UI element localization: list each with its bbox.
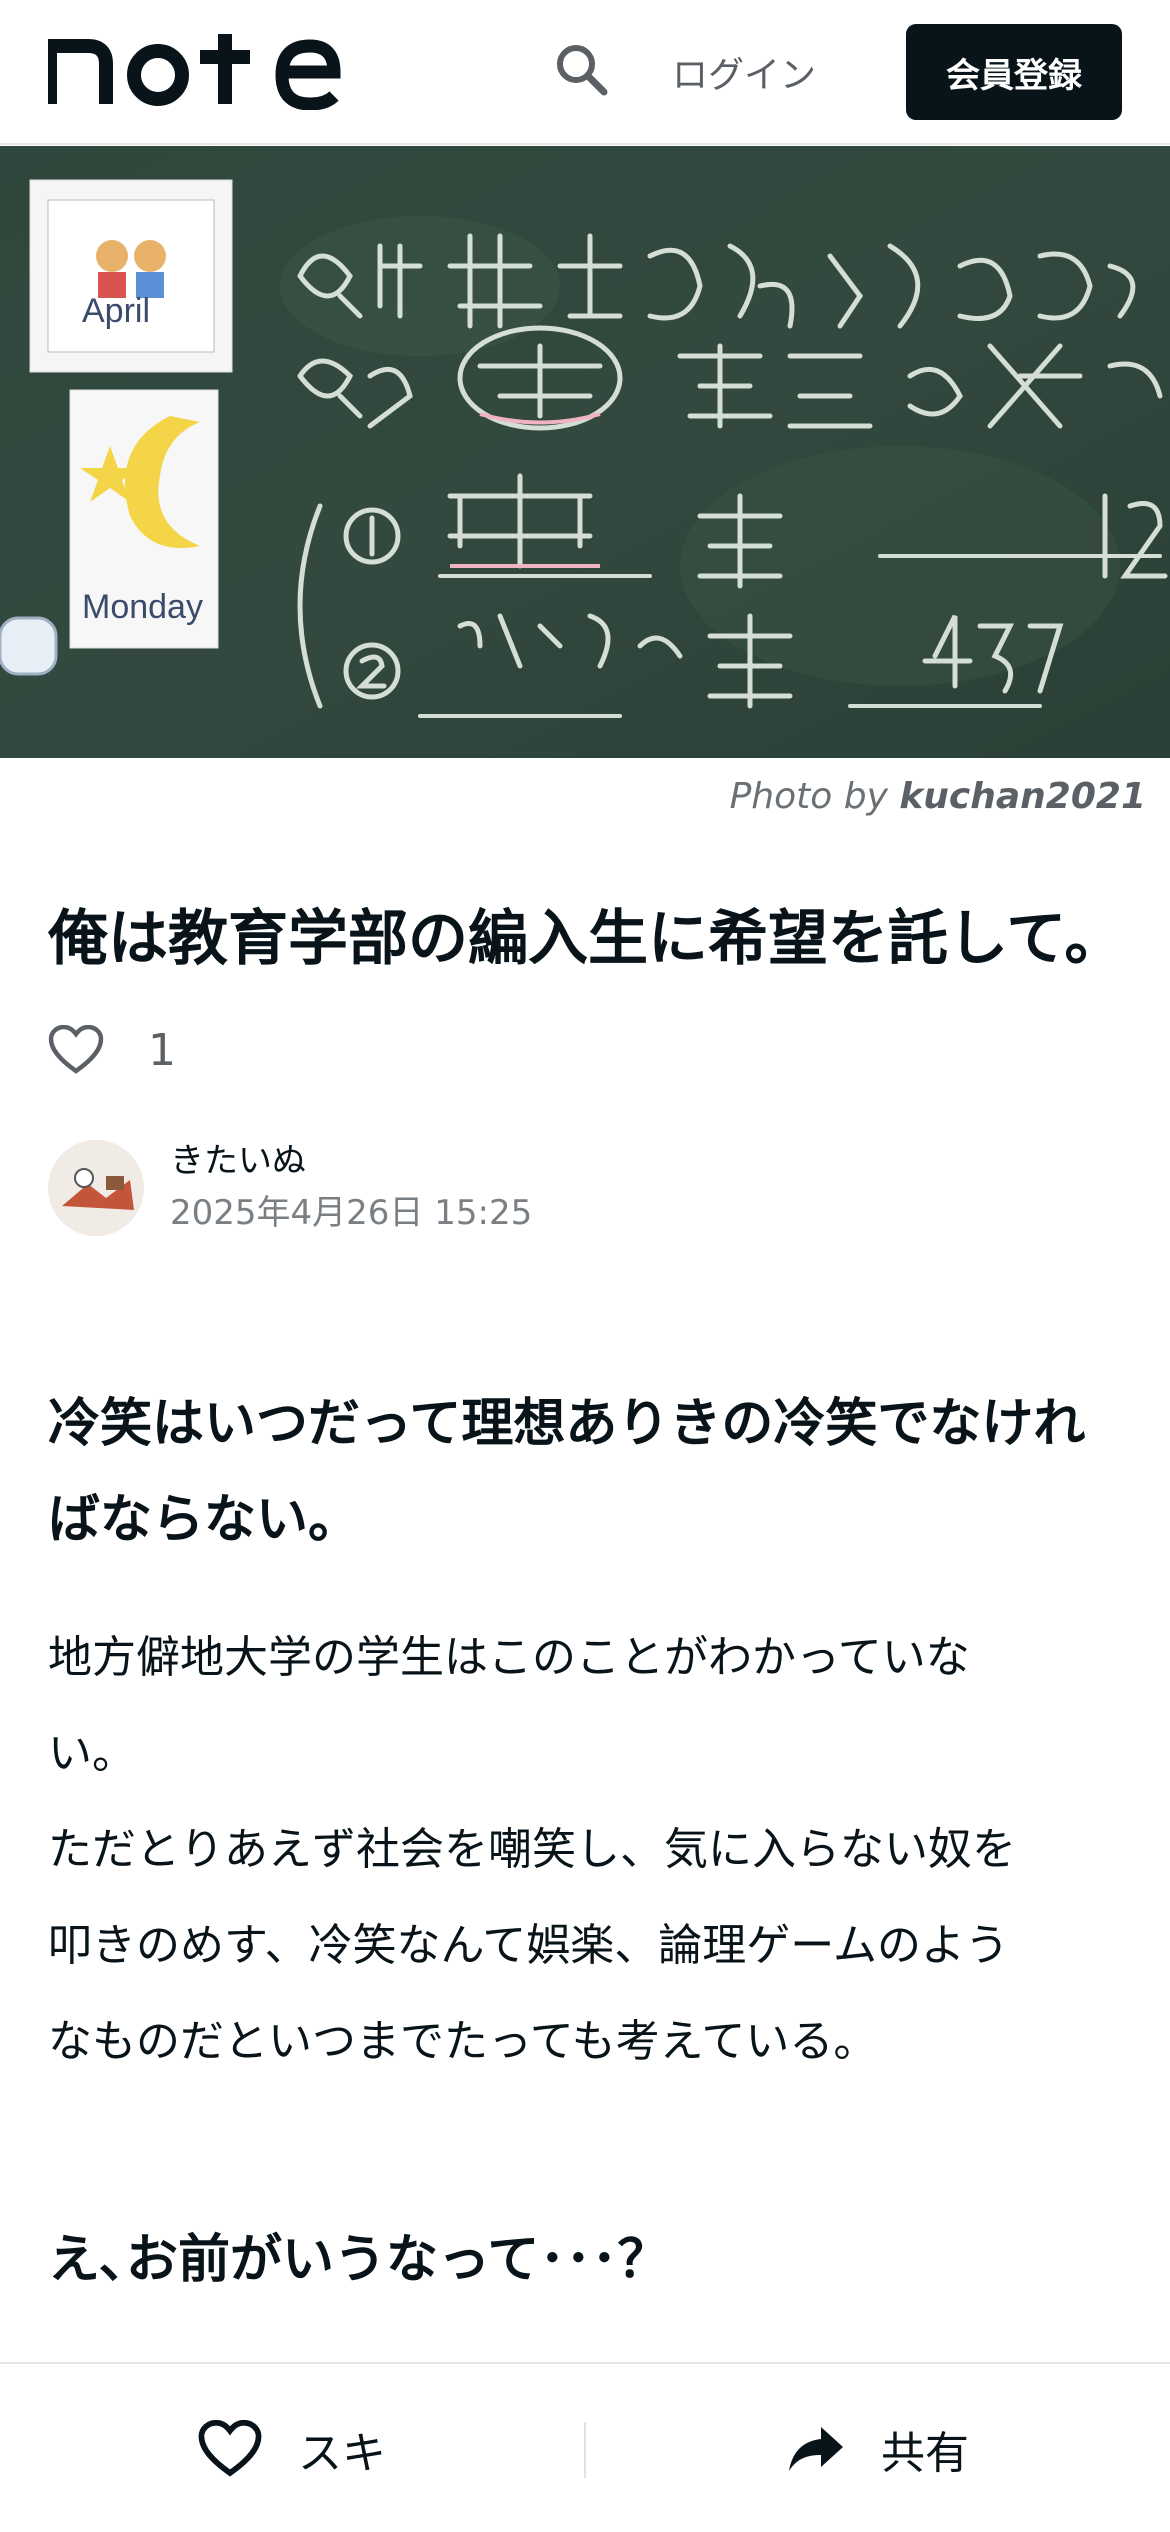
login-link[interactable]: ログイン [672,46,816,98]
like-button-label: スキ [298,2428,386,2479]
like-row: 1 [48,1018,176,1082]
signup-button[interactable]: 会員登録 [906,24,1122,120]
body-paragraph: 地方僻地大学の学生はこのことがわかっていな い。 ただとりあえず社会を嘲笑し、気… [48,1610,1108,2090]
share-button[interactable]: 共有 [586,2364,1170,2532]
photo-credit-author[interactable]: kuchan2021 [899,776,1146,817]
para-line-5: なものだといつまでたっても考えている。 [48,2016,878,2067]
heart-icon[interactable] [48,1025,104,1075]
para-line-2: い。 [48,1728,136,1779]
para-line-4: 叩きのめす、冷笑なんて娯楽、論理ゲームのよう [48,1920,1009,1971]
photo-credit-prefix: Photo by [729,776,888,817]
article-title: 俺は教育学部の編入生に希望を託して。 [48,904,1125,974]
like-button[interactable]: スキ [0,2364,584,2532]
note-logo[interactable] [43,30,348,111]
april-card-label: April [82,292,151,330]
section-heading-1-line2: ばならない。 [48,1490,361,1551]
share-button-label: 共有 [881,2428,969,2479]
section-heading-2: え､お前がいうなって･･･？ [48,2230,670,2290]
publish-date: 2025年4月26日 15:25 [170,1192,533,1233]
author-name[interactable]: きたいぬ [170,1138,532,1186]
hero-image: April Monday [0,146,1170,758]
share-icon [789,2427,843,2471]
heart-icon [198,2420,262,2477]
search-icon [557,45,608,96]
like-count: 1 [148,1024,176,1076]
search-button[interactable] [548,36,614,102]
photo-credit: Photo by kuchan2021 [730,776,1146,817]
author-block[interactable]: きたいぬ 2025年4月26日 15:25 [48,1138,532,1237]
monday-card-label: Monday [82,588,203,626]
top-header: ログイン 会員登録 [0,0,1170,145]
avatar[interactable] [48,1139,144,1236]
section-heading-1-line1: 冷笑はいつだって理想ありきの冷笑でなけれ [48,1394,1086,1454]
para-line-1: 地方僻地大学の学生はこのことがわかっていな [48,1632,970,1683]
bottom-action-bar: スキ 共有 [0,2362,1170,2532]
section-heading-1: 冷笑はいつだって理想ありきの冷笑でなけれ ばならない。 [48,1376,1128,1568]
para-line-3: ただとりあえず社会を嘲笑し、気に入らない奴を [48,1824,1016,1875]
